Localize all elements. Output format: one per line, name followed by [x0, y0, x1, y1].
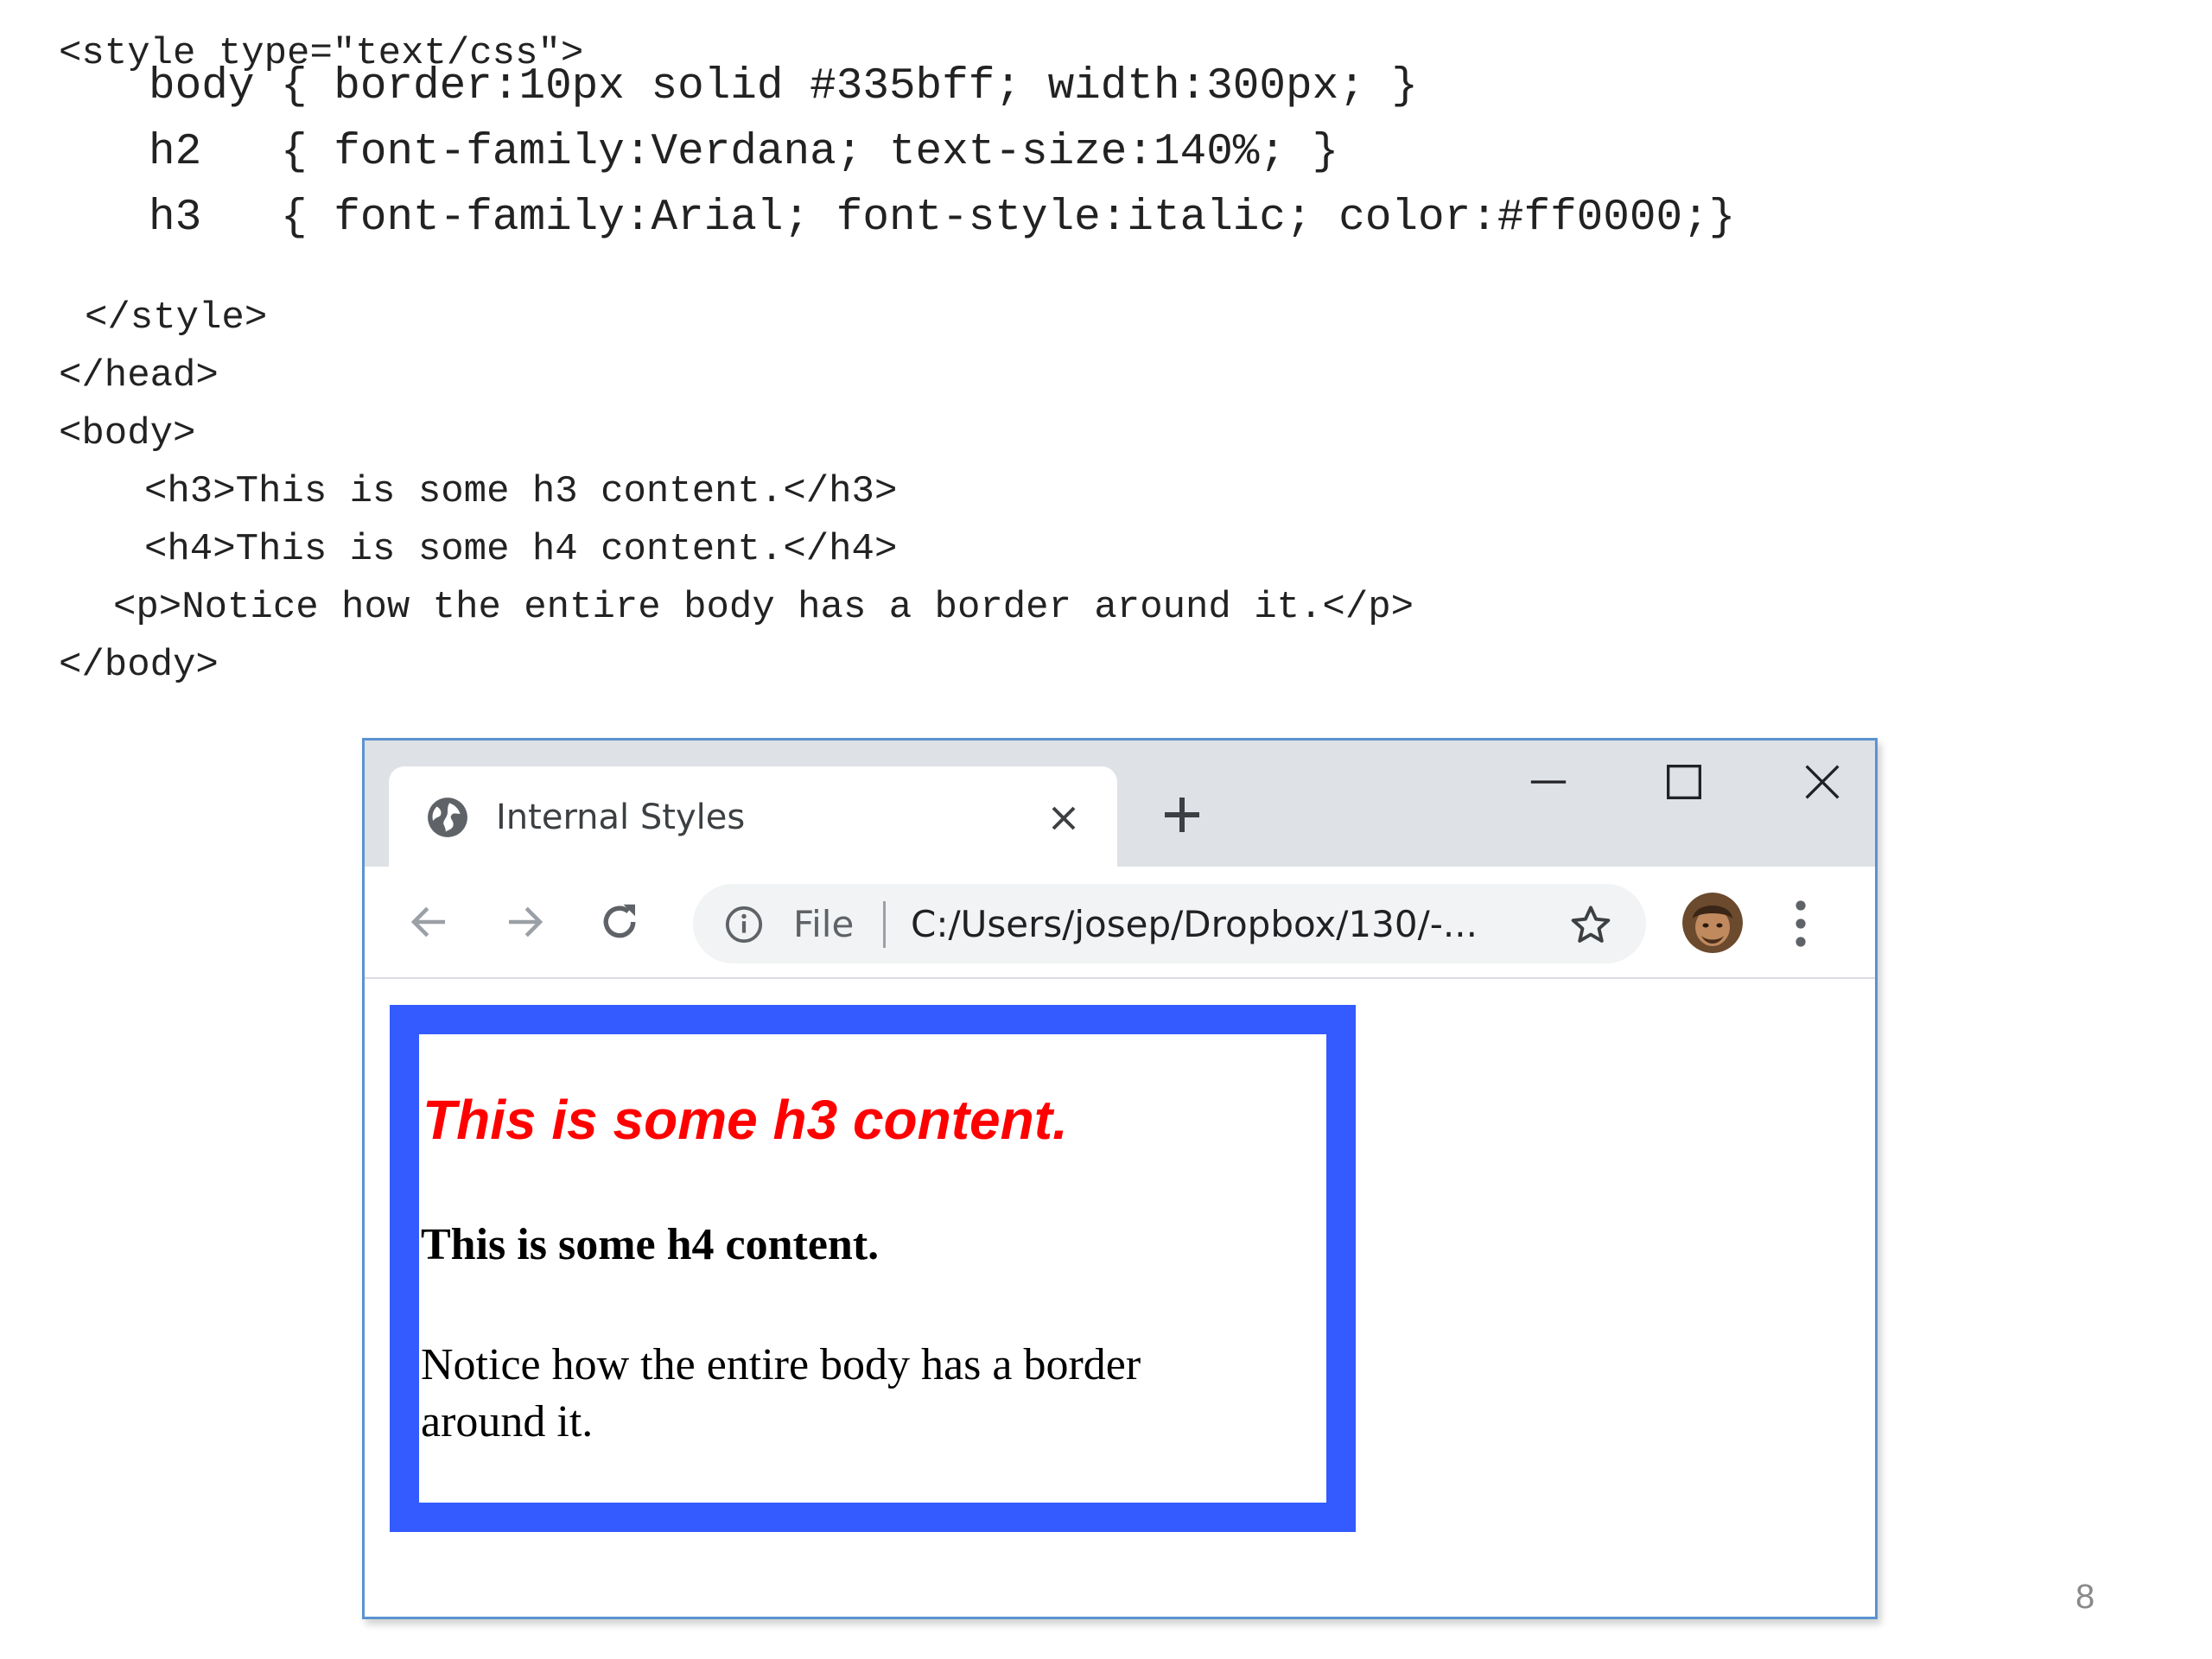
close-icon[interactable] [1803, 763, 1841, 801]
rendered-h3: This is some h3 content. [423, 1089, 1068, 1151]
plus-icon[interactable] [1161, 794, 1203, 836]
code-line: <body> [59, 412, 196, 455]
rendered-body-box: This is some h3 content. This is some h4… [390, 1005, 1356, 1532]
minimize-icon[interactable] [1529, 763, 1567, 801]
slide-number: 8 [2075, 1578, 2095, 1616]
star-icon[interactable] [1568, 903, 1613, 948]
tab-internal-styles[interactable]: Internal Styles [389, 766, 1117, 867]
code-line: <h4>This is some h4 content.</h4> [144, 528, 898, 571]
browser-toolbar: File C:/Users/josep/Dropbox/130/-... [365, 867, 1875, 979]
browser-window: Internal Styles File C:/Users/josep/Drop… [362, 738, 1878, 1619]
profile-avatar[interactable] [1682, 893, 1743, 953]
code-line: </head> [59, 354, 219, 397]
tab-strip: Internal Styles [365, 741, 1875, 867]
rendered-h4: This is some h4 content. [421, 1220, 880, 1269]
rendered-paragraph: Notice how the entire body has a border … [421, 1340, 1141, 1446]
code-line: </style> [85, 296, 268, 340]
close-icon[interactable] [1050, 804, 1077, 832]
info-icon[interactable] [724, 905, 764, 944]
reload-icon[interactable] [596, 899, 643, 945]
code-line: <p>Notice how the entire body has a bord… [113, 586, 1414, 629]
scheme-label: File [793, 903, 855, 945]
code-line: body { border:10px solid #335bff; width:… [149, 62, 1419, 111]
code-line: h3 { font-family:Arial; font-style:itali… [149, 194, 1736, 243]
code-line: </body> [59, 644, 219, 687]
maximize-icon[interactable] [1665, 763, 1703, 801]
globe-icon [428, 798, 467, 837]
page-viewport: This is some h3 content. This is some h4… [365, 979, 1875, 1617]
omnibox-divider [883, 901, 886, 948]
back-arrow-icon[interactable] [406, 899, 453, 945]
code-line: <h3>This is some h3 content.</h3> [144, 470, 898, 513]
url-text[interactable]: C:/Users/josep/Dropbox/130/-... [911, 903, 1478, 945]
code-line: h2 { font-family:Verdana; text-size:140%… [149, 128, 1339, 177]
kebab-menu-icon[interactable] [1790, 899, 1811, 948]
tab-title: Internal Styles [496, 798, 746, 837]
avatar-image [1682, 893, 1743, 953]
forward-arrow-icon[interactable] [501, 899, 548, 945]
address-bar[interactable]: File C:/Users/josep/Dropbox/130/-... [693, 884, 1646, 963]
